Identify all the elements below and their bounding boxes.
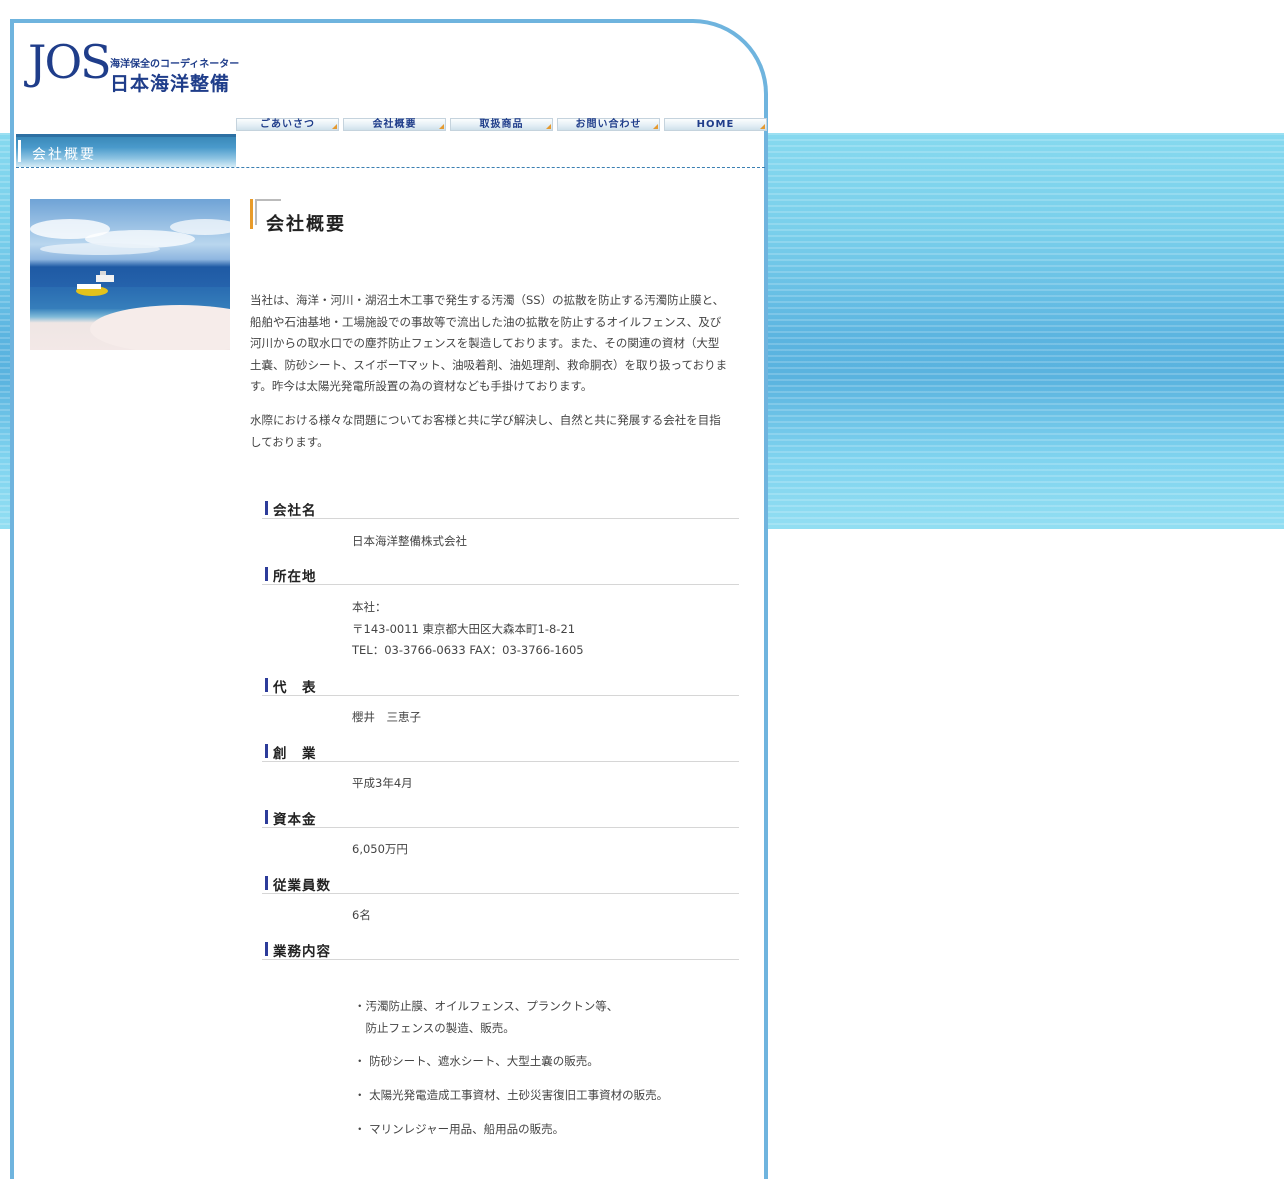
beach-photo-illustration — [30, 219, 230, 350]
heading-marker — [265, 744, 268, 758]
nav-company-profile[interactable]: 会社概要 — [343, 118, 446, 131]
main-nav: ごあいさつ 会社概要 取扱商品 お問い合わせ HOME — [236, 118, 771, 133]
info-heading-business: 業務内容 — [262, 940, 739, 960]
intro-paragraph-2: 水際における様々な問題についてお客様と共に学び解決し、自然と共に発展する会社を目… — [250, 413, 721, 449]
section-header-label: 会社概要 — [32, 147, 96, 163]
heading-marker — [265, 810, 268, 824]
header-divider — [16, 167, 765, 168]
intro-paragraph-1: 当社は、海洋・河川・湖沼土木工事で発生する汚濁（SS）の拡散を防止する汚濁防止膜… — [250, 293, 728, 393]
info-heading-representative: 代 表 — [262, 676, 739, 696]
info-heading-address: 所在地 — [262, 565, 739, 585]
section-header-bar — [18, 140, 21, 162]
corner-arrow-icon — [439, 124, 444, 129]
title-accent-line — [255, 199, 257, 225]
beach-photo — [30, 199, 230, 350]
info-heading-employees: 従業員数 — [262, 874, 739, 894]
info-value-employees: 6名 — [352, 908, 371, 922]
info-value-capital: 6,050万円 — [352, 842, 408, 856]
info-value-address-line2: 〒143-0011 東京都大田区大森本町1-8-21 — [352, 622, 576, 636]
logo-company-name: 日本海洋整備 — [110, 73, 231, 95]
nav-home[interactable]: HOME — [664, 118, 767, 131]
business-item: ・汚濁防止膜、オイルフェンス、プランクトン等、 防止フェンスの製造、販売。 — [354, 999, 619, 1035]
title-accent-bar — [250, 199, 253, 229]
info-heading-label: 創 業 — [273, 746, 317, 762]
logo-tagline: 海洋保全のコーディネーター — [110, 59, 240, 70]
logo-mark: JOS — [28, 35, 112, 89]
page-title: 会社概要 — [266, 214, 346, 235]
heading-marker — [265, 567, 268, 581]
heading-marker — [265, 876, 268, 890]
business-item: ・ 太陽光発電造成工事資材、土砂災害復旧工事資材の販売。 — [354, 1088, 669, 1102]
nav-contact-label: お問い合わせ — [575, 119, 642, 130]
info-heading-label: 会社名 — [273, 503, 317, 519]
info-heading-label: 従業員数 — [273, 878, 331, 894]
nav-greeting[interactable]: ごあいさつ — [236, 118, 339, 131]
heading-marker — [265, 501, 268, 515]
nav-products-label: 取扱商品 — [479, 119, 524, 130]
corner-arrow-icon — [760, 124, 765, 129]
corner-arrow-icon — [653, 124, 658, 129]
info-value-representative: 櫻井 三恵子 — [352, 710, 421, 724]
page-title-block: 会社概要 — [250, 199, 370, 235]
info-value-founded: 平成3年4月 — [352, 776, 413, 790]
nav-contact[interactable]: お問い合わせ — [557, 118, 660, 131]
info-heading-label: 代 表 — [273, 680, 317, 696]
section-header: 会社概要 — [16, 134, 236, 167]
info-heading-label: 資本金 — [273, 812, 317, 828]
title-accent-line — [255, 199, 281, 201]
corner-arrow-icon — [332, 124, 337, 129]
nav-company-profile-label: 会社概要 — [372, 119, 417, 130]
nav-greeting-label: ごあいさつ — [260, 119, 315, 130]
heading-marker — [265, 678, 268, 692]
info-heading-capital: 資本金 — [262, 808, 739, 828]
business-item: ・ 防砂シート、遮水シート、大型土嚢の販売。 — [354, 1054, 599, 1068]
info-heading-founded: 創 業 — [262, 742, 739, 762]
info-heading-company-name: 会社名 — [262, 499, 739, 519]
business-item: ・ マリンレジャー用品、船用品の販売。 — [354, 1122, 565, 1136]
info-value-company-name: 日本海洋整備株式会社 — [352, 534, 467, 548]
info-heading-label: 業務内容 — [273, 944, 331, 960]
heading-marker — [265, 942, 268, 956]
nav-products[interactable]: 取扱商品 — [450, 118, 553, 131]
site-logo[interactable]: JOS 海洋保全のコーディネーター 日本海洋整備 — [28, 39, 268, 101]
info-heading-label: 所在地 — [273, 569, 317, 585]
info-value-address-line1: 本社： — [352, 600, 387, 614]
info-value-address-line3: TEL：03‐3766‐0633 FAX：03‐3766‐1605 — [352, 643, 584, 657]
corner-arrow-icon — [546, 124, 551, 129]
nav-home-label: HOME — [696, 119, 735, 130]
